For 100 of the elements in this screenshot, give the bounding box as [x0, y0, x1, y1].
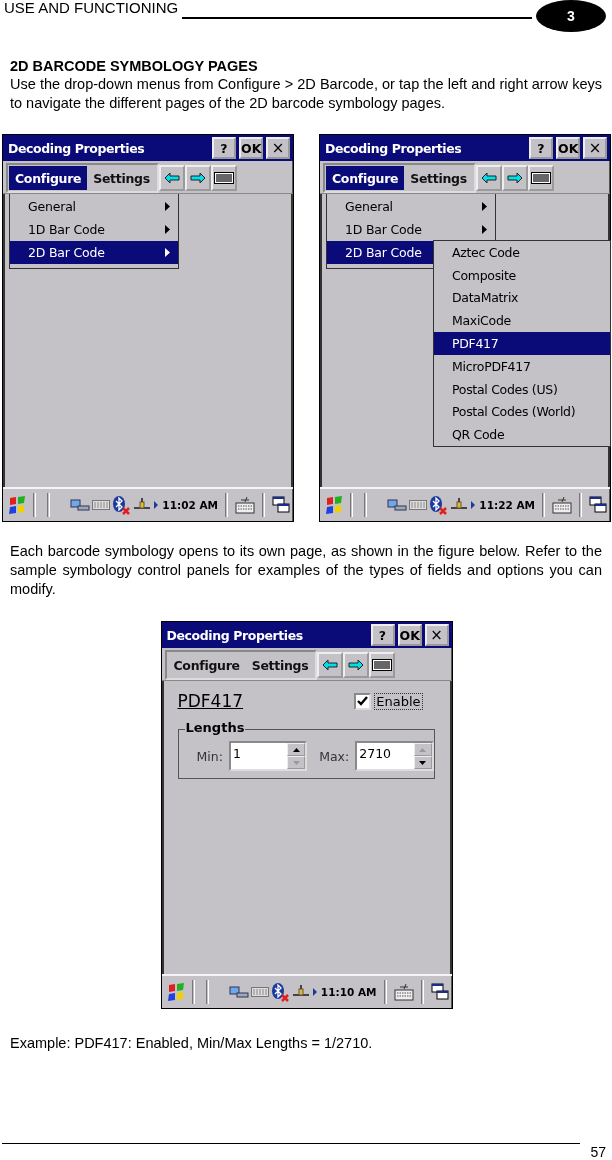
submenu-arrow-icon: [482, 225, 487, 234]
clock: 11:22 AM: [479, 499, 535, 511]
field-label: Min:: [196, 748, 223, 764]
submenu-arrow-icon: [165, 225, 170, 234]
chapter-badge: 3: [536, 0, 606, 32]
group-label: Lengths: [184, 720, 246, 735]
barcode-icon: [213, 172, 234, 184]
battery-icon: [92, 500, 111, 510]
plug-icon: [132, 498, 153, 512]
menu-tab[interactable]: Configure: [326, 166, 405, 190]
bluetooth-icon: [429, 495, 448, 515]
menu-tab[interactable]: Configure: [9, 166, 88, 190]
keyboard-icon[interactable]: [393, 983, 414, 1001]
flag-icon: [166, 983, 185, 1001]
page-number: 57: [590, 1144, 606, 1160]
down-triangle-icon: [292, 760, 300, 765]
up-triangle-icon: [419, 747, 426, 752]
start-button[interactable]: [166, 983, 185, 1001]
back-button[interactable]: [317, 652, 344, 678]
submenu-arrow-icon: [165, 248, 170, 257]
close-button[interactable]: ×: [266, 137, 290, 159]
up-triangle-icon: [292, 747, 300, 752]
keyboard-icon[interactable]: [235, 496, 255, 514]
left-arrow-icon: [322, 659, 339, 671]
menu-item[interactable]: DataMatrix: [434, 286, 610, 310]
ok-button[interactable]: OK: [556, 137, 580, 159]
menu-item[interactable]: Postal Codes (US): [434, 377, 610, 401]
scan-button[interactable]: [369, 652, 396, 678]
menu-item[interactable]: General: [10, 195, 178, 218]
start-button[interactable]: [325, 496, 343, 514]
forward-button[interactable]: [501, 165, 528, 191]
down-triangle-icon: [419, 760, 426, 765]
clock: 11:10 AM: [320, 986, 377, 998]
menu-item[interactable]: Composite: [434, 263, 610, 287]
menu-item[interactable]: General: [327, 195, 495, 218]
menu-item[interactable]: 2D Bar Code: [10, 241, 178, 264]
keyboard-icon[interactable]: [552, 496, 572, 514]
windows-icon[interactable]: [430, 983, 449, 1001]
caret-icon[interactable]: [312, 988, 317, 996]
caret-icon[interactable]: [154, 501, 159, 509]
menu-item[interactable]: MaxiCode: [434, 309, 610, 333]
battery-icon: [409, 500, 428, 510]
back-button[interactable]: [158, 165, 185, 191]
menu-tab[interactable]: Settings: [404, 166, 473, 190]
enable-checkbox[interactable]: [354, 692, 372, 710]
paragraph: Each barcode symbology opens to its own page, as shown in the figure below. Refer to the sample symbology control panels for examples of the types of fields and options you can modify.: [10, 542, 602, 599]
battery-icon: [250, 987, 269, 997]
spin-down-button[interactable]: [413, 756, 432, 769]
scan-button[interactable]: [527, 165, 554, 191]
caret-icon[interactable]: [471, 501, 476, 509]
right-arrow-icon: [348, 659, 365, 671]
spin-up-button[interactable]: [287, 743, 306, 756]
section-title: USE AND FUNCTIONING: [4, 0, 179, 16]
start-button[interactable]: [8, 496, 26, 514]
forward-button[interactable]: [184, 165, 211, 191]
close-button[interactable]: ×: [583, 137, 607, 159]
forward-button[interactable]: [343, 652, 370, 678]
help-button[interactable]: ?: [212, 137, 236, 159]
close-button[interactable]: ×: [424, 624, 449, 646]
help-button[interactable]: ?: [529, 137, 553, 159]
barcode-icon: [372, 659, 393, 671]
left-arrow-icon: [163, 172, 180, 184]
windows-icon[interactable]: [272, 496, 290, 514]
flag-icon: [8, 496, 26, 514]
window-title: Decoding Properties: [325, 140, 463, 156]
ok-button[interactable]: OK: [397, 624, 422, 646]
windows-icon[interactable]: [589, 496, 607, 514]
bluetooth-icon: [112, 495, 131, 515]
menu-item[interactable]: 1D Bar Code: [10, 218, 178, 241]
spin-field[interactable]: 1: [228, 741, 308, 771]
back-button[interactable]: [475, 165, 502, 191]
submenu-arrow-icon: [482, 202, 487, 211]
menu-tab[interactable]: Settings: [87, 166, 156, 190]
menu-item[interactable]: 1D Bar Code: [327, 218, 495, 241]
menu-item[interactable]: Postal Codes (World): [434, 400, 610, 424]
network-icon: [228, 985, 249, 999]
section-heading: 2D BARCODE SYMBOLOGY PAGES: [10, 58, 259, 75]
paragraph: Use the drop-down menus from Configure > 2D Barcode, or tap the left and right arrow keys to navigate the different pages of the 2D barcode symbology pages.: [10, 75, 602, 113]
spin-field[interactable]: 2710: [355, 741, 434, 771]
help-button[interactable]: ?: [370, 624, 395, 646]
right-arrow-icon: [189, 172, 206, 184]
menu-tab[interactable]: Configure: [167, 653, 246, 677]
window-title: Decoding Properties: [166, 627, 304, 643]
network-icon: [387, 498, 408, 512]
scan-button[interactable]: [210, 165, 237, 191]
menu-item[interactable]: PDF417: [434, 332, 610, 355]
network-icon: [70, 498, 91, 512]
menu-tab[interactable]: Settings: [245, 653, 315, 677]
left-arrow-icon: [480, 172, 497, 184]
barcode-icon: [530, 172, 551, 184]
right-arrow-icon: [506, 172, 523, 184]
menu-item[interactable]: QR Code: [434, 423, 610, 447]
ok-button[interactable]: OK: [239, 137, 263, 159]
bluetooth-icon: [270, 982, 289, 1002]
flag-icon: [325, 496, 343, 514]
checkbox-label[interactable]: Enable: [374, 692, 423, 710]
figure-caption: Example: PDF417: Enabled, Min/Max Lengths = 1/2710.: [10, 1035, 374, 1051]
symbology-title: PDF417: [177, 691, 244, 711]
menu-item[interactable]: MicroPDF417: [434, 355, 610, 378]
window-title: Decoding Properties: [8, 140, 146, 156]
